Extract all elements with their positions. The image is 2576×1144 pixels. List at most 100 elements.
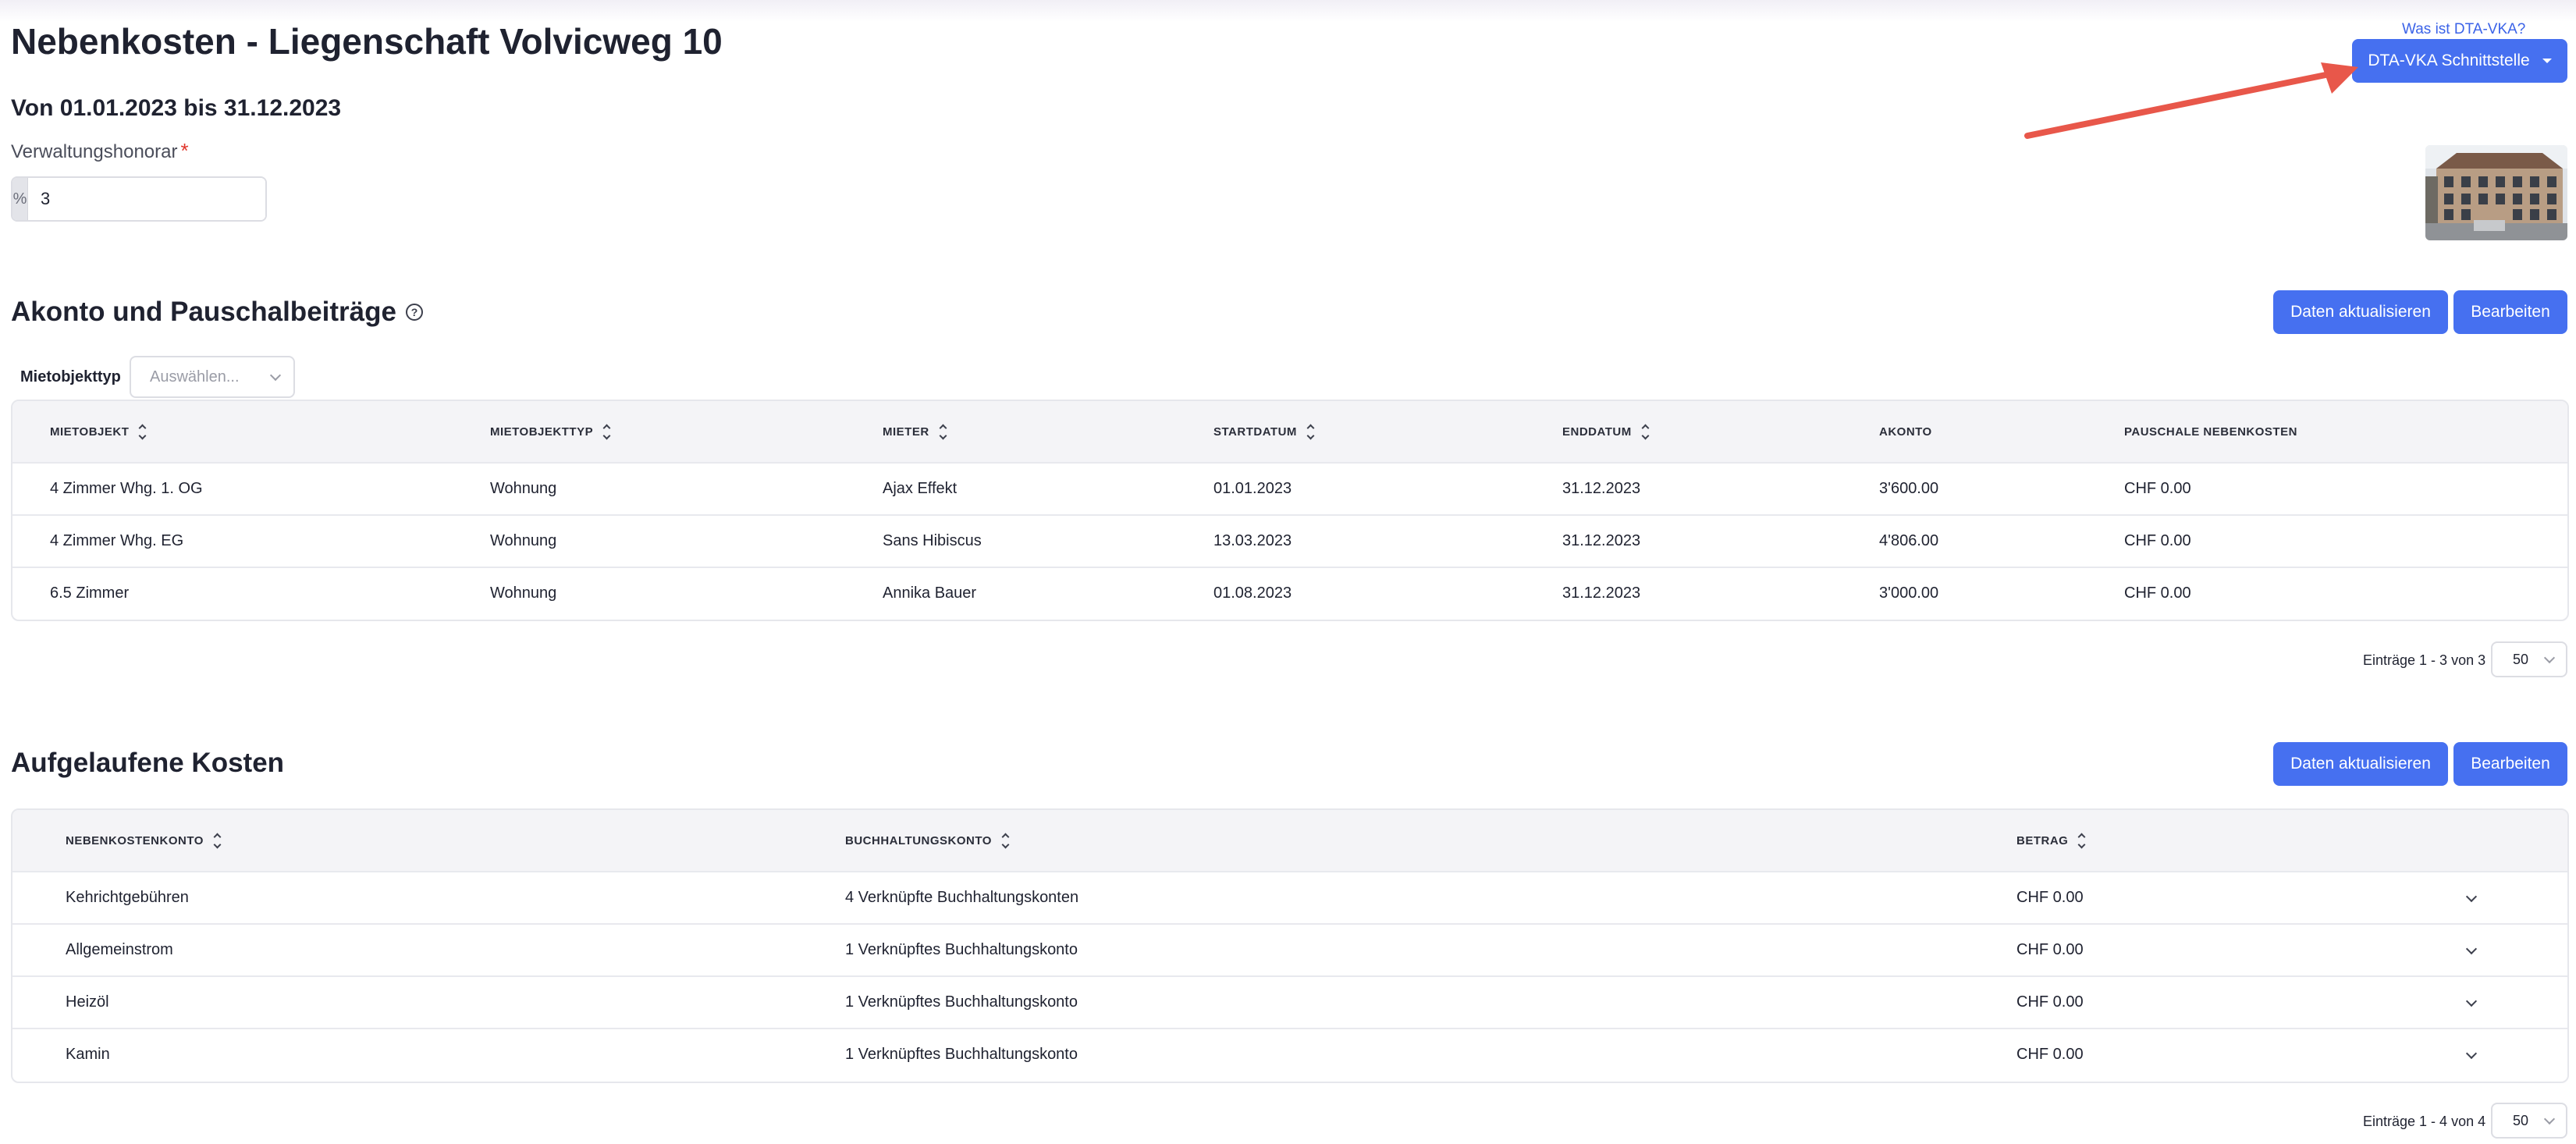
- kosten-page-size-select[interactable]: 50: [2491, 1103, 2567, 1139]
- chevron-down-icon[interactable]: [2465, 943, 2478, 955]
- required-mark: *: [180, 139, 189, 162]
- akonto-section-title: Akonto und Pauschalbeiträge ?: [11, 297, 423, 328]
- chevron-down-icon: [269, 369, 282, 382]
- col-buchhaltungskonto[interactable]: BUCHHALTUNGSKONTO: [845, 810, 1010, 871]
- col-label: NEBENKOSTENKONTO: [66, 833, 204, 847]
- col-label: BETRAG: [2016, 833, 2069, 847]
- akonto-page-size-select[interactable]: 50: [2491, 641, 2567, 677]
- building-photo: [2425, 145, 2567, 240]
- akonto-title-text: Akonto und Pauschalbeiträge: [11, 297, 396, 327]
- sort-icon: [138, 424, 147, 439]
- cell-buchhaltung: 1 Verknüpftes Buchhaltungskonto: [845, 993, 1078, 1011]
- col-label: BUCHHALTUNGSKONTO: [845, 833, 992, 847]
- kosten-table-header: NEBENKOSTENKONTO BUCHHALTUNGSKONTO BETRA…: [12, 810, 2567, 871]
- cell-buchhaltung: 1 Verknüpftes Buchhaltungskonto: [845, 1046, 1078, 1063]
- cell-konto: Heizöl: [66, 993, 109, 1011]
- cell-mieter: Sans Hibiscus: [883, 532, 982, 549]
- kosten-refresh-button[interactable]: Daten aktualisieren: [2273, 742, 2448, 786]
- table-row[interactable]: Allgemeinstrom 1 Verknüpftes Buchhaltung…: [12, 923, 2567, 975]
- period-heading: Von 01.01.2023 bis 31.12.2023: [11, 95, 342, 121]
- cell-start: 01.08.2023: [1213, 584, 1292, 602]
- cell-mietobjekt: 4 Zimmer Whg. EG: [50, 532, 184, 549]
- table-row[interactable]: Heizöl 1 Verknüpftes Buchhaltungskonto C…: [12, 975, 2567, 1028]
- caret-down-icon: [2542, 59, 2552, 63]
- fee-input-group: %: [11, 176, 267, 222]
- cell-betrag: CHF 0.00: [2016, 993, 2084, 1011]
- table-row[interactable]: Kamin 1 Verknüpftes Buchhaltungskonto CH…: [12, 1028, 2567, 1080]
- cell-akonto: 3'600.00: [1879, 480, 1939, 497]
- dta-help-link[interactable]: Was ist DTA-VKA?: [2402, 21, 2525, 38]
- sort-icon: [939, 424, 947, 439]
- dta-vka-dropdown-button[interactable]: DTA-VKA Schnittstelle: [2352, 39, 2567, 83]
- filter-label: Mietobjekttyp: [20, 368, 121, 385]
- col-label: ENDDATUM: [1562, 425, 1632, 439]
- help-circle-icon[interactable]: ?: [405, 304, 423, 321]
- page-size-value: 50: [2513, 651, 2529, 667]
- cell-pauschale: CHF 0.00: [2124, 584, 2191, 602]
- dta-vka-button-label: DTA-VKA Schnittstelle: [2368, 52, 2530, 69]
- cell-betrag: CHF 0.00: [2016, 889, 2084, 906]
- cell-typ: Wohnung: [490, 584, 557, 602]
- cell-end: 31.12.2023: [1562, 480, 1641, 497]
- sort-icon: [602, 424, 611, 439]
- table-row[interactable]: Kehrichtgebühren 4 Verknüpfte Buchhaltun…: [12, 871, 2567, 923]
- col-mieter[interactable]: MIETER: [883, 401, 947, 462]
- col-label: STARTDATUM: [1213, 425, 1297, 439]
- filter-placeholder: Auswählen...: [150, 368, 240, 385]
- cell-mieter: Annika Bauer: [883, 584, 977, 602]
- page-size-value: 50: [2513, 1112, 2529, 1128]
- col-startdatum[interactable]: STARTDATUM: [1213, 401, 1315, 462]
- cell-typ: Wohnung: [490, 480, 557, 497]
- col-pauschale: PAUSCHALE NEBENKOSTEN: [2124, 401, 2297, 462]
- cell-konto: Kamin: [66, 1046, 110, 1063]
- sort-icon: [1306, 424, 1315, 439]
- fee-label-text: Verwaltungshonorar: [11, 141, 178, 162]
- col-nebenkostenkonto[interactable]: NEBENKOSTENKONTO: [66, 810, 222, 871]
- cell-betrag: CHF 0.00: [2016, 941, 2084, 958]
- page-title: Nebenkosten - Liegenschaft Volvicweg 10: [11, 21, 723, 62]
- sort-icon: [1001, 833, 1010, 848]
- cell-mietobjekt: 6.5 Zimmer: [50, 584, 130, 602]
- cell-akonto: 4'806.00: [1879, 532, 1939, 549]
- cell-typ: Wohnung: [490, 532, 557, 549]
- kosten-pager-text: Einträge 1 - 4 von 4: [2363, 1114, 2486, 1129]
- col-label: PAUSCHALE NEBENKOSTEN: [2124, 425, 2297, 439]
- cell-buchhaltung: 4 Verknüpfte Buchhaltungskonten: [845, 889, 1079, 906]
- top-gradient: [0, 0, 2576, 22]
- chevron-down-icon[interactable]: [2465, 995, 2478, 1007]
- col-mietobjekttyp[interactable]: MIETOBJEKTTYP: [490, 401, 611, 462]
- chevron-down-icon[interactable]: [2465, 1047, 2478, 1060]
- percent-addon: %: [12, 178, 28, 220]
- table-row[interactable]: 4 Zimmer Whg. 1. OG Wohnung Ajax Effekt …: [12, 462, 2567, 514]
- cell-pauschale: CHF 0.00: [2124, 480, 2191, 497]
- col-betrag[interactable]: BETRAG: [2016, 810, 2086, 871]
- col-label: AKONTO: [1879, 425, 1932, 439]
- kosten-section-title: Aufgelaufene Kosten: [11, 748, 285, 778]
- chevron-down-icon: [2543, 1113, 2556, 1125]
- cell-betrag: CHF 0.00: [2016, 1046, 2084, 1063]
- cell-start: 13.03.2023: [1213, 532, 1292, 549]
- fee-input[interactable]: [28, 178, 265, 220]
- fee-label: Verwaltungshonorar *: [11, 139, 189, 163]
- chevron-down-icon: [2543, 652, 2556, 664]
- col-label: MIETOBJEKTTYP: [490, 425, 594, 439]
- cell-mieter: Ajax Effekt: [883, 480, 958, 497]
- col-enddatum[interactable]: ENDDATUM: [1562, 401, 1650, 462]
- table-row[interactable]: 4 Zimmer Whg. EG Wohnung Sans Hibiscus 1…: [12, 514, 2567, 567]
- cell-end: 31.12.2023: [1562, 532, 1641, 549]
- col-akonto: AKONTO: [1879, 401, 1932, 462]
- cell-start: 01.01.2023: [1213, 480, 1292, 497]
- annotation-arrow-icon: [2024, 62, 2358, 139]
- akonto-pager-text: Einträge 1 - 3 von 3: [2363, 652, 2486, 668]
- cell-konto: Kehrichtgebühren: [66, 889, 189, 906]
- sort-icon: [213, 833, 222, 848]
- akonto-table: MIETOBJEKT MIETOBJEKTTYP MIETER STARTDAT…: [11, 400, 2569, 621]
- chevron-down-icon[interactable]: [2465, 890, 2478, 903]
- mietobjekttyp-select[interactable]: Auswählen...: [130, 356, 295, 398]
- kosten-edit-button[interactable]: Bearbeiten: [2453, 742, 2567, 786]
- cell-end: 31.12.2023: [1562, 584, 1641, 602]
- col-mietobjekt[interactable]: MIETOBJEKT: [50, 401, 147, 462]
- akonto-edit-button[interactable]: Bearbeiten: [2453, 290, 2567, 334]
- akonto-refresh-button[interactable]: Daten aktualisieren: [2273, 290, 2448, 334]
- table-row[interactable]: 6.5 Zimmer Wohnung Annika Bauer 01.08.20…: [12, 567, 2567, 619]
